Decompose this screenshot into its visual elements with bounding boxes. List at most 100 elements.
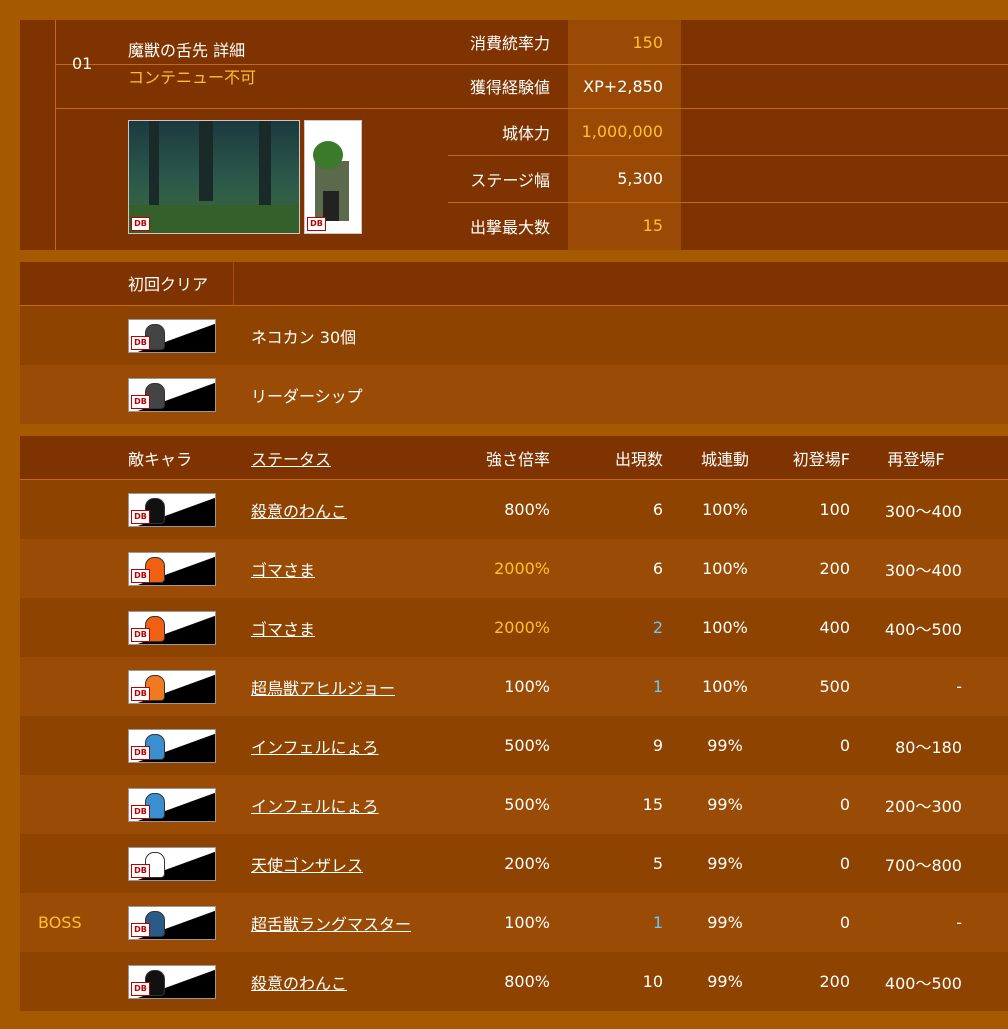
enemy-castle-link: 99%: [707, 736, 743, 755]
enemy-first-frame: 200: [819, 559, 850, 578]
enemy-magnification: 500%: [504, 795, 550, 814]
enemy-row: DB 天使ゴンザレス 200% 5 99% 0 700〜800: [20, 834, 1008, 893]
enemy-name-link[interactable]: インフェルにょろ: [251, 775, 379, 834]
enemy-castle-link: 99%: [707, 795, 743, 814]
enemy-first-frame: 400: [819, 618, 850, 637]
enemy-table: 敵キャラ ステータス 強さ倍率 出現数 城連動 初登場F 再登場F DB 殺意のわ…: [20, 436, 1008, 1011]
enemy-row: DB ゴマさま 2000% 6 100% 200 300〜400: [20, 539, 1008, 598]
boss-label: BOSS: [38, 913, 82, 932]
stat-row: 城体力 1,000,000: [20, 108, 1008, 155]
reward-name: ネコカン 30個: [251, 327, 357, 347]
enemy-magnification: 500%: [504, 736, 550, 755]
stat-value: 5,300: [617, 169, 663, 188]
stat-value: 15: [642, 216, 663, 235]
stat-value: XP+2,850: [583, 76, 663, 96]
enemy-first-frame: 100: [819, 500, 850, 519]
enemy-castle-link: 99%: [707, 972, 743, 991]
tongue-beast-icon: DB: [128, 906, 216, 940]
enemy-row: DB インフェルにょろ 500% 9 99% 0 80〜180: [20, 716, 1008, 775]
cat-food-icon: DB: [128, 319, 216, 353]
enemy-first-frame: 0: [839, 913, 850, 932]
first-clear-rewards-panel: 初回クリア DB ネコカン 30個 DB リーダーシップ: [20, 262, 1008, 424]
orange-seal-icon: DB: [128, 611, 216, 645]
stat-label: 獲得経験値: [469, 78, 550, 97]
blue-snake-icon: DB: [128, 788, 216, 822]
enemy-castle-link: 99%: [707, 913, 743, 932]
stat-label: 城体力: [501, 123, 550, 143]
enemy-name-link[interactable]: 超舌獣ラングマスター: [251, 893, 411, 952]
enemy-magnification: 800%: [504, 972, 550, 991]
enemy-respawn-frame: 80〜180: [895, 737, 962, 757]
enemy-respawn-frame: 200〜300: [884, 796, 962, 816]
enemy-count: 2: [652, 618, 663, 637]
leadership-icon: DB: [128, 378, 216, 412]
enemy-name-link[interactable]: インフェルにょろ: [251, 716, 379, 775]
stat-row: 出撃最大数 15: [20, 202, 1008, 249]
enemy-count: 1: [652, 913, 663, 932]
orange-duck-icon: DB: [128, 670, 216, 704]
header-status-link[interactable]: ステータス: [251, 436, 331, 479]
enemy-respawn-frame: -: [956, 913, 962, 932]
enemy-name-link[interactable]: 超鳥獣アヒルジョー: [251, 657, 395, 716]
enemy-count: 5: [652, 854, 663, 873]
stage-info-panel: 01 魔獣の舌先 詳細 コンテニュー不可 DB DB 消費統率力 150 獲得経験値…: [20, 20, 1008, 250]
enemy-count: 15: [642, 795, 663, 814]
enemy-castle-link: 99%: [707, 854, 743, 873]
enemy-magnification: 100%: [504, 913, 550, 932]
enemy-magnification: 2000%: [494, 618, 550, 637]
black-dog-icon: DB: [128, 493, 216, 527]
blue-snake-icon: DB: [128, 729, 216, 763]
rewards-header: 初回クリア: [128, 275, 209, 294]
enemy-name-link[interactable]: ゴマさま: [251, 598, 315, 657]
enemy-name-link[interactable]: 天使ゴンザレス: [251, 834, 363, 893]
enemy-castle-link: 100%: [702, 500, 748, 519]
header-magnification: 強さ倍率: [485, 449, 550, 469]
enemy-castle-link: 100%: [702, 677, 748, 696]
header-respawn-frame: 再登場F: [887, 449, 945, 469]
stat-row: 消費統率力 150: [20, 20, 1008, 64]
enemy-name-link[interactable]: ゴマさま: [251, 539, 315, 598]
enemy-count: 10: [642, 972, 663, 991]
enemy-row: DB ゴマさま 2000% 2 100% 400 400〜500: [20, 598, 1008, 657]
stat-value: 150: [632, 32, 663, 52]
header-castle-link: 城連動: [700, 449, 749, 469]
enemy-magnification: 100%: [504, 677, 550, 696]
enemy-first-frame: 0: [839, 736, 850, 755]
enemy-row: DB 殺意のわんこ 800% 10 99% 200 400〜500: [20, 952, 1008, 1011]
enemy-respawn-frame: 400〜500: [884, 973, 962, 993]
enemy-count: 9: [652, 736, 663, 755]
enemy-respawn-frame: 300〜400: [884, 501, 962, 521]
enemy-respawn-frame: -: [956, 677, 962, 696]
enemy-row: DB 超鳥獣アヒルジョー 100% 1 100% 500 -: [20, 657, 1008, 716]
enemy-row: BOSS DB 超舌獣ラングマスター 100% 1 99% 0 -: [20, 893, 1008, 952]
enemy-magnification: 2000%: [494, 559, 550, 578]
enemy-magnification: 200%: [504, 854, 550, 873]
header-count: 出現数: [614, 449, 663, 469]
header-enemy: 敵キャラ: [128, 449, 193, 469]
enemy-respawn-frame: 300〜400: [884, 560, 962, 580]
reward-item[interactable]: DB ネコカン 30個: [20, 306, 1008, 365]
enemy-row: DB 殺意のわんこ 800% 6 100% 100 300〜400: [20, 480, 1008, 539]
enemy-first-frame: 0: [839, 854, 850, 873]
enemy-magnification: 800%: [504, 500, 550, 519]
stat-value: 1,000,000: [581, 122, 663, 141]
enemy-respawn-frame: 700〜800: [884, 855, 962, 875]
reward-item[interactable]: DB リーダーシップ: [20, 365, 1008, 424]
enemy-name-link[interactable]: 殺意のわんこ: [251, 952, 347, 1011]
orange-seal-icon: DB: [128, 552, 216, 586]
enemy-count: 6: [652, 559, 663, 578]
header-first-frame: 初登場F: [792, 449, 850, 469]
enemy-name-link[interactable]: 殺意のわんこ: [251, 480, 347, 539]
stat-row: 獲得経験値 XP+2,850: [20, 64, 1008, 108]
enemy-table-header: 敵キャラ ステータス 強さ倍率 出現数 城連動 初登場F 再登場F: [20, 436, 1008, 479]
stat-row: ステージ幅 5,300: [20, 155, 1008, 202]
enemy-castle-link: 100%: [702, 618, 748, 637]
enemy-respawn-frame: 400〜500: [884, 619, 962, 639]
enemy-count: 1: [652, 677, 663, 696]
enemy-first-frame: 0: [839, 795, 850, 814]
stat-label: ステージ幅: [470, 170, 550, 190]
enemy-count: 6: [652, 500, 663, 519]
enemy-castle-link: 100%: [702, 559, 748, 578]
enemy-first-frame: 200: [819, 972, 850, 991]
black-dog-icon: DB: [128, 965, 216, 999]
